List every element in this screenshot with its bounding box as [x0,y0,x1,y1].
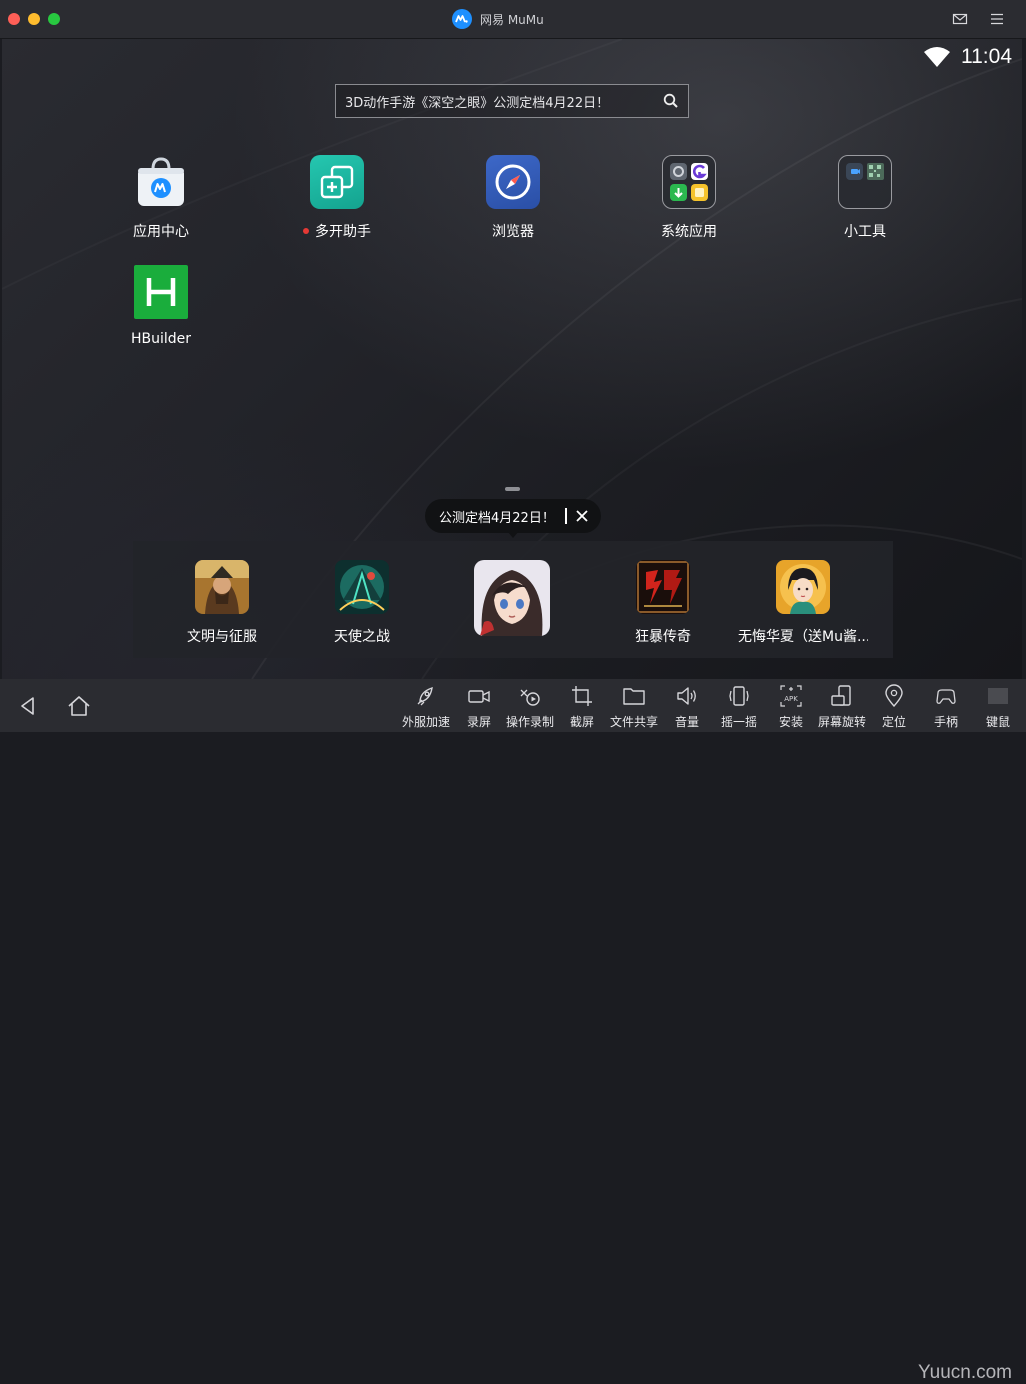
video-camera-icon [468,690,490,703]
app-label: 系统应用 [661,224,717,240]
rotate-screen-icon [831,685,851,706]
tool-label: 截屏 [569,715,594,729]
dock-app-label: 天使之战 [334,629,390,645]
app-center-icon[interactable] [134,155,188,209]
tool-label: 屏幕旋转 [817,715,866,729]
dock-app-label: 无悔华夏（送Mu酱... [738,629,868,645]
tool-volume[interactable]: 音量 [660,684,714,730]
tools-folder-icon[interactable] [838,155,892,209]
dock-app-label: 狂暴传奇 [635,629,691,645]
tool-label: 文件共享 [609,715,658,729]
app-system-apps-folder[interactable]: 系统应用 [629,155,749,241]
app-app-center[interactable]: 应用中心 [101,155,221,241]
dock-app-wuhui-huaxia[interactable]: 无悔华夏（送Mu酱... [733,560,873,646]
tool-label: 录屏 [466,715,491,729]
app-label: 小工具 [844,224,886,240]
tool-gamepad[interactable]: 手柄 [919,684,973,730]
home-icon[interactable] [66,693,92,719]
rocket-icon [417,686,433,706]
search-bar[interactable]: 3D动作手游《深空之眼》公测定档4月22日！ [335,84,689,118]
menu-icon[interactable] [989,11,1005,27]
tool-macro-record[interactable]: 操作录制 [503,684,557,730]
tooltip-pointer [507,531,519,538]
tool-keyboard-mouse[interactable]: 键鼠 [971,684,1025,730]
app-label: 应用中心 [133,224,189,240]
tool-rotate-screen[interactable]: 屏幕旋转 [815,684,869,730]
app-label: 浏览器 [492,224,534,240]
keyboard-mouse-icon [988,688,1008,704]
location-pin-icon [885,684,903,708]
apk-install-icon: APK [780,685,802,707]
civilization-game-icon[interactable] [195,560,249,614]
tool-accelerator[interactable]: 外服加速 [399,684,453,730]
window-title-text: 网易 MuMu [480,12,544,27]
shake-phone-icon [729,686,749,706]
tooltip-divider [564,508,567,524]
tool-label: 定位 [881,715,906,729]
svg-text:APK: APK [784,695,798,703]
mumu-logo-icon [452,9,472,29]
wifi-icon [924,47,950,67]
app-label: HBuilder [130,331,192,347]
title-bar: 网易 MuMu [0,0,1026,39]
kuangbao-game-icon[interactable] [636,560,690,614]
dock-app-civilization[interactable]: 文明与征服 [152,560,292,646]
mail-icon[interactable] [952,11,968,27]
zoom-window-button[interactable] [48,13,60,25]
dock-app-kuangbao[interactable]: 狂暴传奇 [593,560,733,646]
macro-record-icon [520,689,540,706]
angel-war-game-icon[interactable] [335,560,389,614]
tool-label: 音量 [674,715,699,729]
app-hbuilder[interactable]: HBuilder [101,265,221,347]
dock-app-featured[interactable] [442,560,582,648]
tool-location[interactable]: 定位 [867,684,921,730]
recommended-games-dock: 文明与征服 天使之战 狂暴传奇 无悔华夏（送Mu酱... [133,541,893,658]
close-window-button[interactable] [8,13,20,25]
tool-install-apk[interactable]: APK 安装 [764,684,818,730]
app-label: 多开助手 [315,224,371,240]
tool-screen-record[interactable]: 录屏 [452,684,506,730]
multi-instance-icon[interactable] [310,155,364,209]
watermark: Yuucn.com [918,1362,1012,1383]
tool-label: 操作录制 [505,715,554,729]
window-title: 网易 MuMu [452,9,544,29]
bottom-toolbar: 外服加速 录屏 操作录制 截屏 文件共享 音量 摇一摇 APK 安装 屏幕旋转 … [0,679,1026,1383]
close-icon[interactable] [575,509,589,523]
wuhui-huaxia-game-icon[interactable] [776,560,830,614]
tool-file-share[interactable]: 文件共享 [607,684,661,730]
folder-icon [623,688,645,705]
system-apps-folder-icon[interactable] [662,155,716,209]
android-screen: 11:04 3D动作手游《深空之眼》公测定档4月22日！ 应用中心 多开助手 浏… [2,39,1022,679]
app-browser[interactable]: 浏览器 [453,155,573,241]
app-label-row: 多开助手 [303,221,371,241]
crop-icon [572,686,592,706]
status-bar: 11:04 [923,45,1012,69]
tool-label: 手柄 [933,715,958,729]
app-multi-instance[interactable]: 多开助手 [277,155,397,241]
speaker-icon [677,687,696,705]
featured-game-icon[interactable] [474,560,550,636]
back-icon[interactable] [15,693,41,719]
tool-shake[interactable]: 摇一摇 [712,684,766,730]
clock: 11:04 [961,45,1012,68]
tool-label: 摇一摇 [720,715,757,729]
notification-dot [303,228,309,234]
page-indicator[interactable] [505,487,520,491]
promo-tooltip: 公测定档4月22日！ [425,499,601,533]
tool-label: 安装 [778,715,803,729]
tool-label: 外服加速 [401,715,450,729]
minimize-window-button[interactable] [28,13,40,25]
promo-tooltip-text: 公测定档4月22日！ [439,510,555,526]
hbuilder-icon[interactable] [134,265,188,319]
browser-compass-icon[interactable] [486,155,540,209]
tool-label: 键鼠 [985,715,1010,729]
search-text[interactable]: 3D动作手游《深空之眼》公测定档4月22日！ [336,92,654,111]
dock-app-label: 文明与征服 [187,629,257,645]
search-icon[interactable] [654,93,688,109]
app-tools-folder[interactable]: 小工具 [805,155,925,241]
gamepad-icon [936,689,956,704]
dock-app-angel-war[interactable]: 天使之战 [292,560,432,646]
tool-screenshot[interactable]: 截屏 [555,684,609,730]
